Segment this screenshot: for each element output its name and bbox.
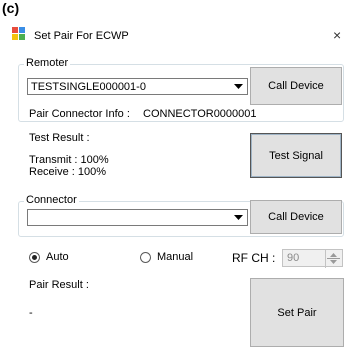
pair-connector-info-label: Pair Connector Info : xyxy=(29,108,130,120)
spin-down-icon xyxy=(330,260,337,264)
rf-channel-label: RF CH : xyxy=(232,251,276,265)
auto-radio-label[interactable]: Auto xyxy=(46,251,69,263)
pair-result-label: Pair Result : xyxy=(29,279,89,291)
rf-channel-value: 90 xyxy=(287,252,300,264)
window-title: Set Pair For ECWP xyxy=(34,30,129,42)
remoter-select-value: TESTSINGLE000001-0 xyxy=(31,81,146,93)
chevron-down-icon[interactable] xyxy=(229,79,247,94)
set-pair-label: Set Pair xyxy=(277,306,317,319)
app-icon xyxy=(12,27,25,40)
figure-label: (c) xyxy=(2,0,20,16)
manual-radio[interactable] xyxy=(140,252,151,263)
remoter-call-device-button[interactable]: Call Device xyxy=(250,67,342,105)
remoter-legend: Remoter xyxy=(24,57,71,69)
connector-select[interactable] xyxy=(27,209,248,226)
transmit-value: Transmit : 100% xyxy=(29,154,109,166)
remoter-call-device-label: Call Device xyxy=(268,80,324,92)
auto-radio-dot xyxy=(32,255,37,260)
pair-connector-info-value: CONNECTOR0000001 xyxy=(143,108,257,120)
test-signal-button[interactable]: Test Signal xyxy=(250,133,342,178)
pair-result-value: - xyxy=(29,307,33,319)
receive-value: Receive : 100% xyxy=(29,166,107,178)
rf-channel-spinner[interactable]: 90 xyxy=(282,249,343,268)
connector-call-device-button[interactable]: Call Device xyxy=(250,200,342,234)
spin-up-icon xyxy=(330,253,337,257)
spin-buttons[interactable] xyxy=(325,250,342,268)
connector-legend: Connector xyxy=(24,194,79,206)
chevron-down-icon[interactable] xyxy=(229,210,247,225)
test-result-label: Test Result : xyxy=(29,132,90,144)
manual-radio-label[interactable]: Manual xyxy=(157,251,193,263)
auto-radio[interactable] xyxy=(29,252,40,263)
set-pair-button[interactable]: Set Pair xyxy=(250,278,344,347)
test-signal-label: Test Signal xyxy=(269,149,323,162)
remoter-select[interactable]: TESTSINGLE000001-0 xyxy=(27,78,248,95)
close-icon[interactable]: × xyxy=(333,27,341,43)
connector-call-device-label: Call Device xyxy=(268,211,324,223)
